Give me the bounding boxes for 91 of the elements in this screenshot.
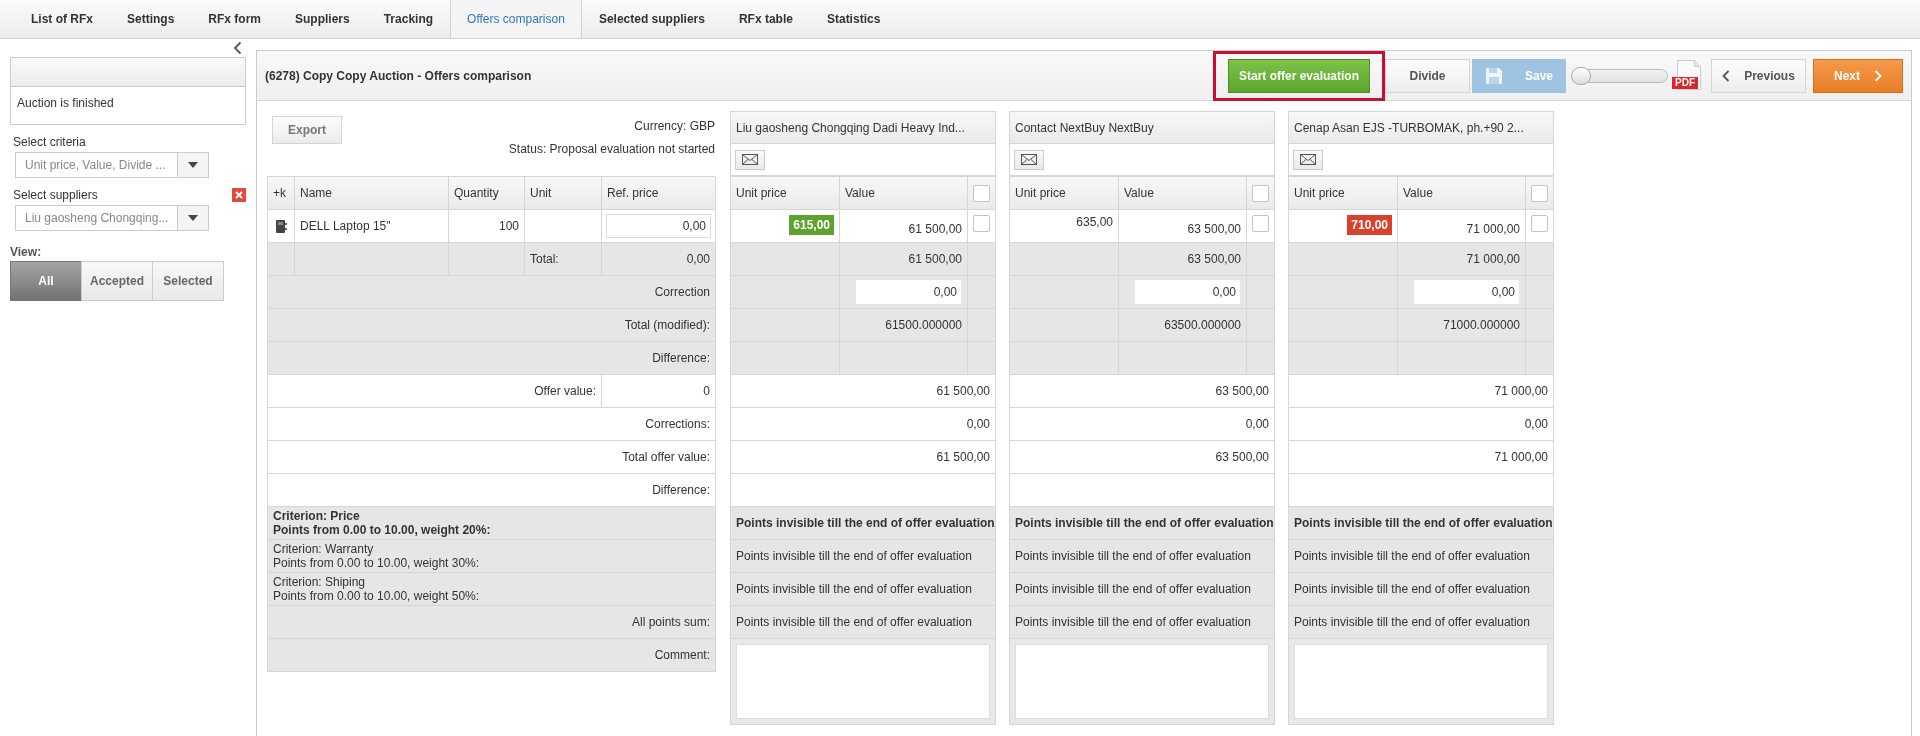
table-cell: 63 500,00: [1010, 441, 1275, 474]
criterion-label: Criterion: Shiping Points from 0.00 to 10.00, weight 50%:: [268, 573, 716, 606]
table-cell: DELL Laptop 15": [295, 210, 449, 243]
supplier-header: Contact NextBuy NextBuy: [1009, 111, 1275, 144]
field-label: Select criteria: [13, 135, 87, 149]
column-header: Ref. price: [602, 177, 716, 210]
row-label: Total:: [525, 243, 602, 276]
table-cell: 0,00: [1010, 408, 1275, 441]
previous-button[interactable]: Previous: [1711, 58, 1806, 93]
row-label: Correction: [268, 276, 716, 309]
points-text: Points invisible till the end of offer evaluation: [1289, 606, 1554, 639]
column-header: Quantity: [449, 177, 525, 210]
table-cell: 63500.000000: [1119, 309, 1247, 342]
table-cell: 61 500,00: [840, 210, 968, 243]
row-label: Total (modified):: [268, 309, 716, 342]
points-text: Points invisible till the end of offer evaluation: [1289, 507, 1554, 540]
table-cell: 0: [602, 375, 716, 408]
table-cell: 61 500,00: [840, 243, 968, 276]
status-text: Auction is finished: [16, 95, 115, 112]
row-label: Total offer value:: [268, 441, 716, 474]
points-text: Points invisible till the end of offer evaluation: [1010, 606, 1275, 639]
criteria-dropdown[interactable]: Unit price, Value, Divide ...: [15, 152, 209, 178]
row-label: Corrections:: [268, 408, 716, 441]
table-cell: 61 500,00: [731, 375, 996, 408]
panel-title: (6278) Copy Copy Auction - Offers comparison: [265, 68, 533, 83]
table-cell: 71 000,00: [1289, 375, 1554, 408]
column-header: Name: [295, 177, 449, 210]
column-header: Unit price: [1010, 177, 1119, 210]
table-cell: 71 000,00: [1398, 243, 1526, 276]
row-label: Offer value:: [268, 375, 602, 408]
column-header: Value: [840, 177, 968, 210]
tab[interactable]: RFx form: [191, 0, 278, 38]
view-label: View:: [10, 245, 43, 259]
correction-field[interactable]: 0,00: [1414, 280, 1519, 304]
view-toggle[interactable]: Selected: [152, 261, 224, 301]
table-cell: 63 500,00: [1010, 375, 1275, 408]
table-cell: 71 000,00: [1398, 210, 1526, 243]
criterion-label: Criterion: Warranty Points from 0.00 to 10.00, weight 30%:: [268, 540, 716, 573]
row-label: Difference:: [268, 474, 716, 507]
criterion-label: Criterion: Price Points from 0.00 to 10.00, weight 20%:: [268, 507, 716, 540]
suppliers-dropdown[interactable]: Liu gaosheng Chongqing...: [15, 205, 209, 231]
points-text: Points invisible till the end of offer evaluation: [731, 507, 996, 540]
price-badge: 615,00: [789, 215, 834, 235]
table-cell: 61 500,00: [731, 441, 996, 474]
tab[interactable]: List of RFx: [14, 0, 110, 38]
price-text: 635,00: [1076, 215, 1113, 229]
points-text: Points invisible till the end of offer evaluation: [1010, 540, 1275, 573]
correction-field[interactable]: 0,00: [1135, 280, 1240, 304]
tab[interactable]: Selected suppliers: [581, 0, 722, 38]
table-cell: 71000.000000: [1398, 309, 1526, 342]
ref-price-field[interactable]: 0,00: [606, 214, 711, 238]
points-text: Points invisible till the end of offer evaluation: [731, 606, 996, 639]
points-text: Points invisible till the end of offer evaluation: [1010, 507, 1275, 540]
table-cell: 63 500,00: [1119, 210, 1247, 243]
supplier-header: Cenap Asan EJS -TURBOMAK, ph.+90 2...: [1288, 111, 1554, 144]
column-header: Unit price: [1289, 177, 1398, 210]
row-label: All points sum:: [268, 606, 716, 639]
column-header: Unit: [525, 177, 602, 210]
table-cell: 0,00: [731, 408, 996, 441]
row-label: Difference:: [268, 342, 716, 375]
toolbar-button[interactable]: Divide: [1385, 58, 1470, 93]
correction-field[interactable]: 0,00: [856, 280, 961, 304]
status-text: Status: Proposal evaluation not started: [508, 142, 715, 156]
field-label: Select suppliers: [13, 188, 98, 202]
table-cell: 100: [449, 210, 525, 243]
tab[interactable]: Statistics: [809, 0, 898, 38]
tab[interactable]: Tracking: [366, 0, 451, 38]
table-cell: 0,00: [602, 243, 716, 276]
tab[interactable]: RFx table: [721, 0, 810, 38]
points-text: Points invisible till the end of offer evaluation: [731, 540, 996, 573]
row-label: Comment:: [268, 639, 716, 672]
points-text: Points invisible till the end of offer evaluation: [1010, 573, 1275, 606]
column-header: +k: [268, 177, 295, 210]
column-header: Value: [1398, 177, 1526, 210]
tab[interactable]: Offers comparison: [450, 0, 582, 38]
table-cell: 0,00: [1289, 408, 1554, 441]
points-text: Points invisible till the end of offer evaluation: [731, 573, 996, 606]
tab[interactable]: Settings: [110, 0, 192, 38]
supplier-header: Liu gaosheng Chongqing Dadi Heavy Ind...: [730, 111, 996, 144]
table-cell: 63 500,00: [1119, 243, 1247, 276]
export-button[interactable]: Export: [272, 116, 342, 144]
table-cell: 71 000,00: [1289, 441, 1554, 474]
view-toggle[interactable]: Accepted: [81, 261, 153, 301]
currency-text: Currency: GBP: [634, 119, 715, 133]
column-header: Value: [1119, 177, 1247, 210]
table-cell: 61500.000000: [840, 309, 968, 342]
points-text: Points invisible till the end of offer evaluation: [1289, 540, 1554, 573]
tab[interactable]: Suppliers: [278, 0, 367, 38]
column-header: Unit price: [731, 177, 840, 210]
points-text: Points invisible till the end of offer evaluation: [1289, 573, 1554, 606]
price-badge: 710,00: [1347, 215, 1392, 235]
